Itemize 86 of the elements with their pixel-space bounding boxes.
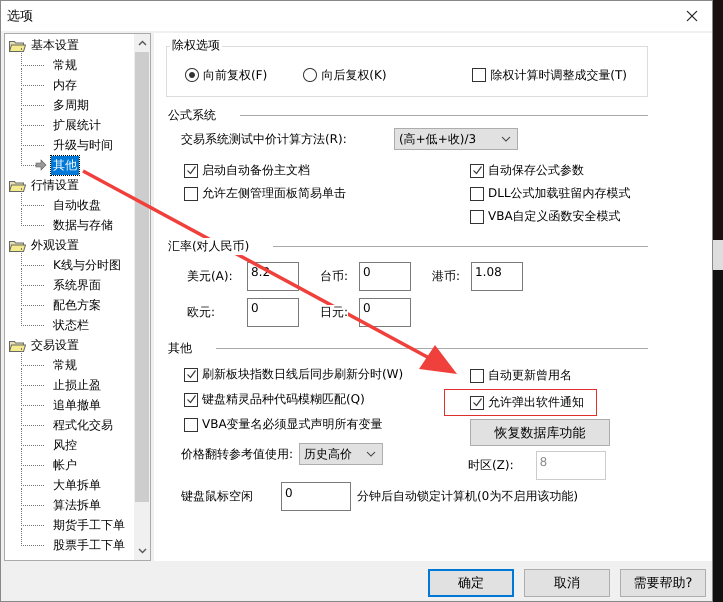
field-label: 日元: [320, 304, 348, 318]
tree-item[interactable]: 程式化交易 [51, 416, 115, 434]
scroll-down-icon[interactable] [138, 548, 146, 554]
option-label: 允许弹出软件通知 [488, 394, 584, 411]
input-field[interactable]: 0 [247, 298, 299, 326]
checkbox[interactable] [184, 368, 198, 382]
radio-button[interactable] [303, 68, 318, 82]
tree-item[interactable]: 升级与时间 [51, 136, 115, 154]
scroll-up-icon[interactable] [138, 40, 146, 46]
option-label: 键盘精灵品种代码模糊匹配(Q) [202, 391, 365, 408]
tree-item[interactable]: 数据与存储 [51, 216, 115, 234]
field-label: 欧元: [187, 304, 216, 318]
option-label: 允许左侧管理面板简易单击 [202, 185, 346, 202]
option-label: VBA自定义函数安全模式 [488, 208, 621, 225]
scrollbar[interactable] [134, 34, 150, 560]
tree-item[interactable]: 内存 [51, 76, 79, 94]
checkbox[interactable] [184, 392, 198, 406]
option-label: 自动保存公式参数 [488, 162, 584, 179]
field-label: 交易系统测试中价计算方法(R): [181, 130, 348, 148]
radio-button[interactable] [185, 68, 199, 82]
checkbox[interactable] [470, 164, 484, 178]
tree-item[interactable]: 多周期 [51, 96, 91, 114]
checkbox[interactable] [470, 368, 484, 382]
tree-item[interactable]: 股票手工下单 [51, 536, 127, 554]
tree-item[interactable]: 行情设置 [31, 176, 79, 194]
window-title: 选项 [6, 8, 33, 25]
tree-item[interactable]: 帐户 [51, 456, 79, 474]
tree-item[interactable]: 追单撤单 [51, 396, 103, 414]
chevron-down-icon [501, 136, 511, 142]
input-field[interactable]: 0 [359, 262, 411, 290]
arrow-icon [35, 159, 47, 171]
option-label: DLL公式加载驻留内存模式 [488, 185, 631, 202]
tree-item[interactable]: 交易设置 [31, 336, 79, 354]
tree-item[interactable]: K线与分时图 [51, 256, 123, 274]
tree-item[interactable]: 扩展统计 [51, 116, 103, 134]
option-label: 自动更新曾用名 [488, 367, 572, 384]
section-title: 汇率(对人民币) [168, 238, 250, 254]
tree-item[interactable]: 止损止盈 [51, 376, 103, 394]
input-field[interactable]: 0 [359, 298, 411, 326]
option-label: 除权计算时调整成交量(T) [490, 66, 627, 84]
option-label: 向前复权(F) [203, 66, 268, 84]
price-dropdown[interactable]: 历史高价 [299, 443, 384, 465]
checkbox[interactable] [184, 164, 198, 178]
method-dropdown[interactable]: (高+低+收)/3 [394, 128, 518, 150]
tree-item[interactable]: 状态栏 [51, 316, 91, 334]
dialog-button[interactable]: 需要帮助? [620, 569, 706, 597]
checkbox[interactable] [184, 418, 198, 432]
field-label: 港币: [432, 268, 460, 282]
field-label: 美元(A): [187, 268, 233, 282]
tree-item[interactable]: 配色方案 [51, 296, 103, 314]
tree-item[interactable]: 自动收盘 [51, 196, 103, 214]
field-label: 分钟后自动锁定计算机(0为不启用该功能) [357, 488, 578, 505]
tree-item[interactable]: 算法拆单 [51, 496, 103, 514]
tree-item[interactable]: 外观设置 [31, 236, 79, 254]
option-label: VBA变量名必须显式声明所有变量 [202, 416, 383, 433]
restore-database-button[interactable]: 恢复数据库功能 [470, 419, 610, 446]
option-label: 向后复权(K) [321, 66, 386, 84]
tree-item[interactable]: 期货手工下单 [51, 516, 127, 534]
scrollbar-thumb[interactable] [135, 52, 149, 502]
option-label: 启动自动备份主文档 [202, 162, 310, 179]
input-field[interactable]: 0 [281, 482, 351, 511]
chevron-down-icon [366, 451, 376, 457]
tree-item[interactable]: 常规 [51, 56, 79, 74]
checkbox[interactable] [472, 68, 486, 82]
field-label: 台币: [320, 268, 348, 282]
option-label: 刷新板块指数日线后同步刷新分时(W) [202, 366, 404, 383]
tree-item[interactable]: 常规 [51, 356, 79, 374]
checkbox[interactable] [470, 186, 484, 200]
field-label: 价格翻转参考值使用: [181, 446, 294, 462]
checkbox[interactable] [470, 210, 484, 224]
tree-item[interactable]: 基本设置 [31, 36, 79, 54]
close-icon [686, 10, 698, 22]
tree-item[interactable]: 大单拆单 [51, 476, 103, 494]
section-title: 其他 [168, 340, 192, 356]
checkbox[interactable] [470, 396, 484, 410]
tree-item[interactable]: 风控 [51, 436, 79, 454]
tree-item[interactable]: 系统界面 [51, 276, 103, 294]
section-title: 公式系统 [168, 106, 216, 124]
group-title: 除权选项 [170, 37, 222, 54]
tree-item[interactable]: 其他 [51, 156, 79, 174]
dialog-button[interactable]: 确定 [428, 569, 514, 597]
checkbox[interactable] [184, 186, 198, 200]
dialog-button[interactable]: 取消 [524, 569, 610, 597]
field-label: 键盘鼠标空闲 [181, 488, 254, 505]
field-label: 时区(Z): [468, 457, 514, 474]
input-field[interactable]: 1.08 [471, 262, 523, 290]
